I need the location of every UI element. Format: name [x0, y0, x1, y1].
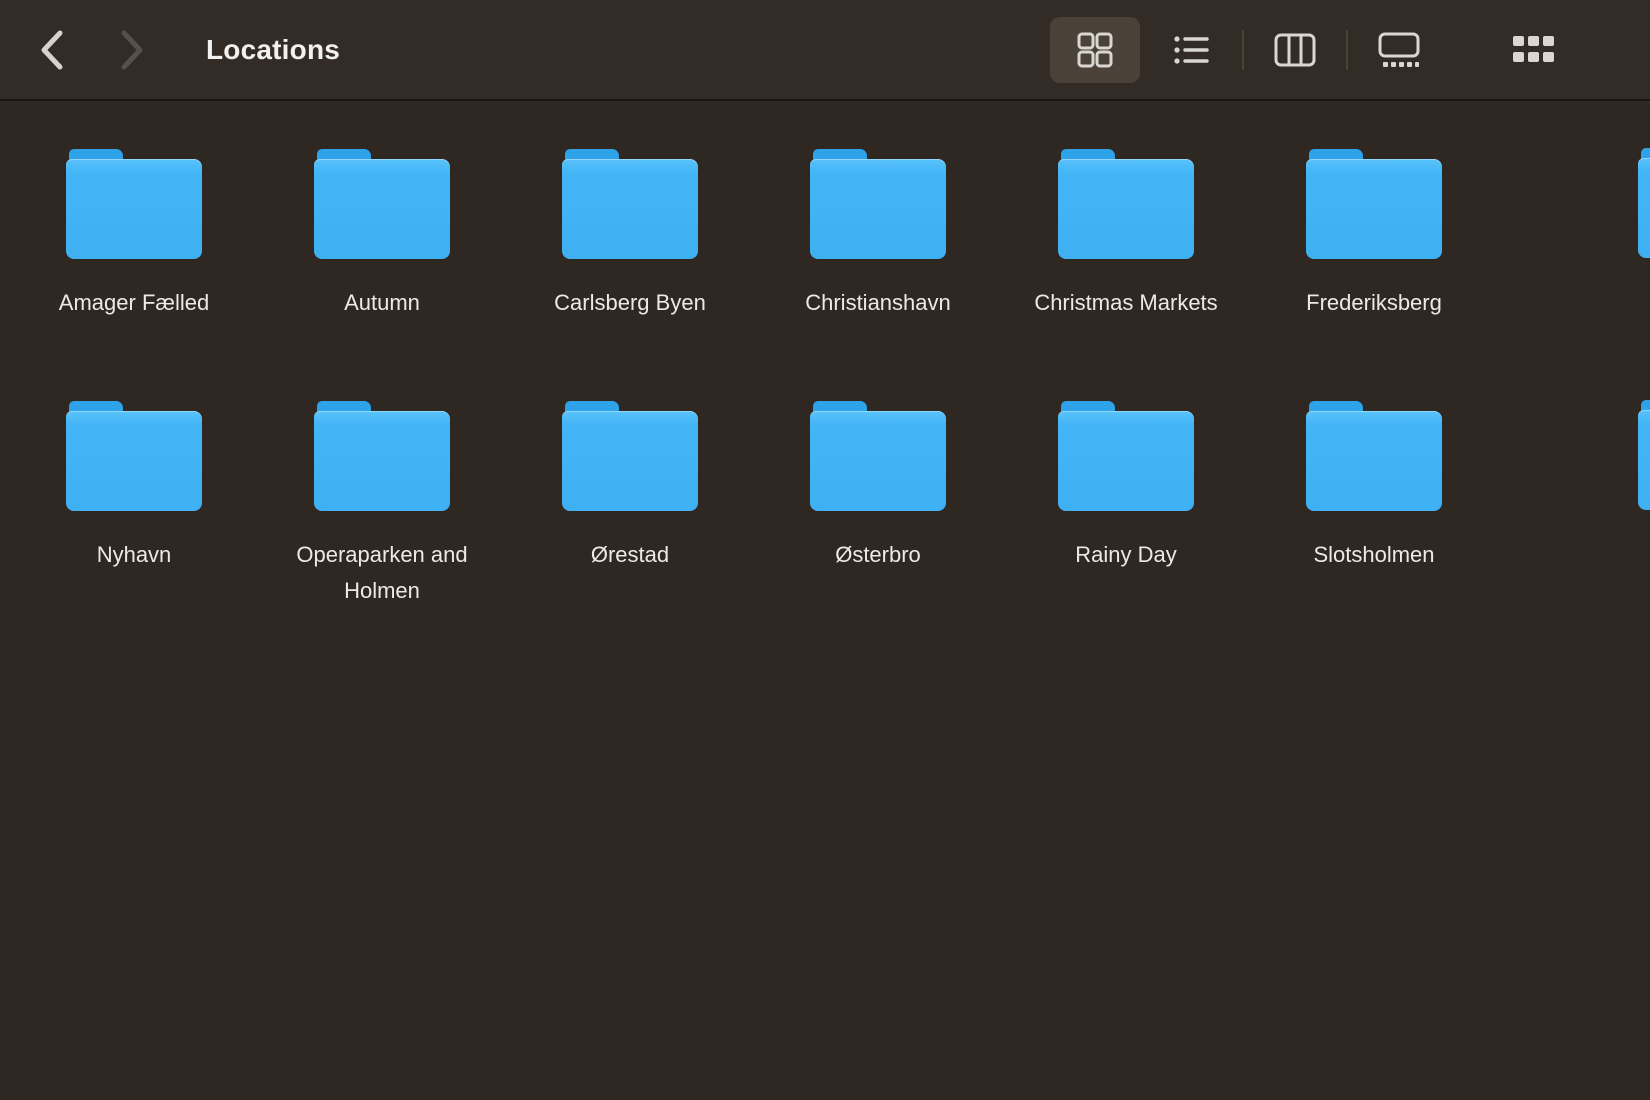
folder-icon: [1306, 401, 1442, 511]
folder-osterbro[interactable]: Østerbro: [754, 401, 1002, 653]
column-view-icon: [1273, 32, 1317, 68]
folder-icon: [562, 401, 698, 511]
folder-nyhavn[interactable]: Nyhavn: [10, 401, 258, 653]
gallery-view-icon: [1377, 31, 1421, 69]
toolbar-separator: [1346, 30, 1348, 70]
icon-view-button[interactable]: [1050, 17, 1140, 83]
folder-icon: [1306, 149, 1442, 259]
folder-rainy-day[interactable]: Rainy Day: [1002, 401, 1250, 653]
chevron-right-icon: [119, 29, 145, 71]
column-view-button[interactable]: [1250, 17, 1340, 83]
folder-icon: [66, 149, 202, 259]
grid-view-icon: [1075, 30, 1115, 70]
folder-frederiksberg[interactable]: Frederiksberg: [1250, 149, 1498, 401]
toolbar-separator: [1242, 30, 1244, 70]
folder-christmas-markets[interactable]: Christmas Markets: [1002, 149, 1250, 401]
folder-label: Christmas Markets: [1034, 285, 1217, 321]
folder-amager-faelled[interactable]: Amager Fælled: [10, 149, 258, 401]
folder-label: Østerbro: [835, 537, 921, 573]
folder-orestad[interactable]: Ørestad: [506, 401, 754, 653]
list-view-icon: [1171, 30, 1211, 70]
folder-label: Amager Fælled: [59, 285, 209, 321]
folder-label: Frederiksberg: [1306, 285, 1442, 321]
chevron-left-icon: [39, 29, 65, 71]
folder-partial[interactable]: [1638, 400, 1650, 510]
folder-label: Operaparken and Holmen: [264, 537, 500, 608]
folder-icon: [1638, 400, 1650, 510]
folder-icon: [1058, 149, 1194, 259]
folder-icon: [810, 149, 946, 259]
folder-partial[interactable]: [1638, 148, 1650, 258]
group-grid-icon: [1511, 32, 1555, 66]
folder-label: Rainy Day: [1075, 537, 1176, 573]
folder-autumn[interactable]: Autumn: [258, 149, 506, 401]
folder-christianshavn[interactable]: Christianshavn: [754, 149, 1002, 401]
folder-slotsholmen[interactable]: Slotsholmen: [1250, 401, 1498, 653]
back-button[interactable]: [30, 28, 74, 72]
list-view-button[interactable]: [1146, 17, 1236, 83]
view-switcher: [1050, 0, 1444, 99]
folder-label: Christianshavn: [805, 285, 951, 321]
folder-grid: Amager Fælled Autumn Carlsberg Byen Chri…: [10, 149, 1650, 653]
folder-icon: [1058, 401, 1194, 511]
folder-label: Slotsholmen: [1313, 537, 1434, 573]
folder-icon: [562, 149, 698, 259]
folder-label: Autumn: [344, 285, 420, 321]
group-button[interactable]: [1495, 16, 1571, 82]
gallery-view-button[interactable]: [1354, 17, 1444, 83]
page-title: Locations: [206, 34, 340, 66]
folder-carlsberg-byen[interactable]: Carlsberg Byen: [506, 149, 754, 401]
folder-view: Amager Fælled Autumn Carlsberg Byen Chri…: [0, 101, 1650, 653]
folder-icon: [1638, 148, 1650, 258]
folder-icon: [314, 149, 450, 259]
folder-icon: [314, 401, 450, 511]
folder-label: Nyhavn: [97, 537, 172, 573]
folder-label: Ørestad: [591, 537, 669, 573]
folder-icon: [66, 401, 202, 511]
folder-label: Carlsberg Byen: [554, 285, 706, 321]
forward-button[interactable]: [110, 28, 154, 72]
folder-operaparken-and-holmen[interactable]: Operaparken and Holmen: [258, 401, 506, 653]
toolbar: Locations: [0, 0, 1650, 101]
folder-icon: [810, 401, 946, 511]
